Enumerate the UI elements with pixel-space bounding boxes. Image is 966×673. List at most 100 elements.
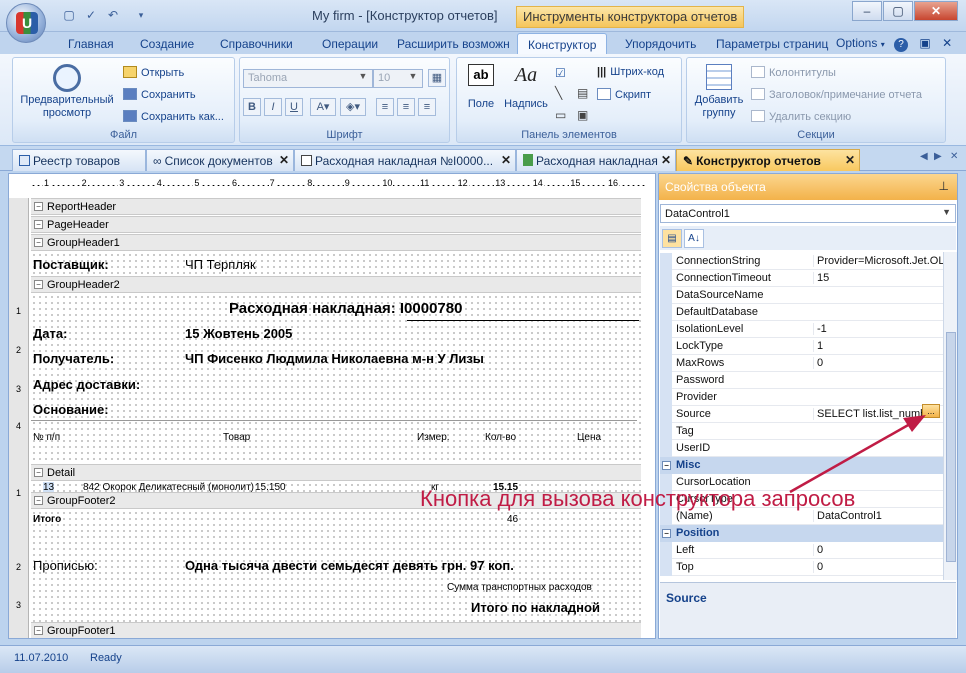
invoice-total-label[interactable]: Итого по накладной xyxy=(471,600,600,615)
detail-item[interactable]: 842 Окорок Деликатесный (монолит) xyxy=(83,482,254,492)
help-icon[interactable]: ? xyxy=(894,38,909,52)
tab-operations[interactable]: Операции xyxy=(322,37,378,51)
collapse-icon[interactable]: − xyxy=(34,626,43,635)
property-row[interactable]: Tag xyxy=(660,423,943,440)
property-category[interactable]: − Position xyxy=(660,525,943,542)
check-icon[interactable]: ✓ xyxy=(84,8,98,22)
band-group-footer1[interactable]: − GroupFooter1 xyxy=(31,622,641,638)
font-name-combo[interactable]: Tahoma ▼ xyxy=(243,69,373,88)
doc-tab-documents-list[interactable]: ∞ Список документов ✕ xyxy=(146,149,294,171)
sort-alphabetical-icon[interactable]: A↓ xyxy=(684,229,704,248)
property-row[interactable]: ConnectionString Provider=Microsoft.Jet.O… xyxy=(660,253,943,270)
recipient-label[interactable]: Получатель: xyxy=(33,351,114,366)
collapse-icon[interactable]: − xyxy=(34,496,43,505)
property-row[interactable]: DataSourceName xyxy=(660,287,943,304)
close-icon[interactable]: ✕ xyxy=(661,153,671,167)
tabs-next-icon[interactable]: ▶ xyxy=(934,151,942,162)
maximize-button[interactable]: ▢ xyxy=(883,1,913,21)
object-selector[interactable]: DataControl1 ▼ xyxy=(660,204,956,223)
band-detail[interactable]: − Detail xyxy=(31,464,641,481)
group-header1-content[interactable]: Поставщик: ЧП Терпляк xyxy=(31,252,641,276)
supplier-label[interactable]: Поставщик: xyxy=(33,257,109,272)
band-group-header1[interactable]: − GroupHeader1 xyxy=(31,234,641,251)
group-header2-content[interactable]: Расходная накладная: I0000780 Дата: 15 Ж… xyxy=(31,294,641,462)
col-num-header[interactable]: № п/п xyxy=(33,432,60,443)
tab-extend[interactable]: Расширить возможн xyxy=(397,37,510,51)
preview-button[interactable]: Предварительный просмотр xyxy=(17,62,117,120)
collapse-icon[interactable]: − xyxy=(662,529,671,538)
property-value[interactable]: 1 xyxy=(813,340,943,352)
property-row[interactable]: LockType 1 xyxy=(660,338,943,355)
band-report-header[interactable]: − ReportHeader xyxy=(31,198,641,215)
child-close-icon[interactable]: ✕ xyxy=(942,36,952,50)
rectangle-tool-icon[interactable]: ▭ xyxy=(555,108,566,122)
total-label[interactable]: Итого xyxy=(33,514,61,525)
tabs-prev-icon[interactable]: ◀ xyxy=(920,151,928,162)
words-value[interactable]: Одна тысяча двести семьдесят девять грн.… xyxy=(185,558,514,573)
font-color-icon[interactable]: A▾ xyxy=(310,98,336,116)
header-note-button[interactable]: Заголовок/примечание отчета xyxy=(751,88,922,101)
band-group-header2[interactable]: − GroupHeader2 xyxy=(31,276,641,293)
property-value[interactable]: 0 xyxy=(813,357,943,369)
query-builder-ellipsis-button[interactable]: ... xyxy=(922,404,940,418)
collapse-icon[interactable]: − xyxy=(34,220,43,229)
supplier-value[interactable]: ЧП Терпляк xyxy=(185,257,256,272)
close-icon[interactable]: ✕ xyxy=(845,153,855,167)
tab-home[interactable]: Главная xyxy=(68,37,114,51)
property-row[interactable]: DefaultDatabase xyxy=(660,304,943,321)
tabs-close-icon[interactable]: ✕ xyxy=(950,151,958,162)
detail-num[interactable]: 13 xyxy=(43,482,55,492)
property-value[interactable]: 0 xyxy=(813,544,943,556)
image-tool-icon[interactable]: ▣ xyxy=(577,108,588,122)
scrollbar-thumb[interactable] xyxy=(946,332,956,562)
new-document-icon[interactable]: ▢ xyxy=(62,8,76,22)
invoice-title[interactable]: Расходная накладная: I0000780 xyxy=(229,300,462,317)
align-right-icon[interactable]: ≡ xyxy=(418,98,436,116)
minimize-button[interactable]: – xyxy=(852,1,882,21)
tab-designer[interactable]: Конструктор xyxy=(517,33,607,55)
property-row[interactable]: Password xyxy=(660,372,943,389)
tab-arrange[interactable]: Упорядочить xyxy=(625,37,696,51)
restore-icon[interactable]: ▣ xyxy=(919,36,930,50)
qat-customize-icon[interactable]: ▾ xyxy=(134,8,148,22)
doc-tab-invoice[interactable]: Расходная накладная ✕ xyxy=(516,149,676,171)
pin-icon[interactable]: ⊥ xyxy=(939,179,949,193)
report-designer-surface[interactable]: 1 2 3 4 5 6 7 8 9 10 11 12 13 14 15 16 1234123 − ReportH… xyxy=(8,173,656,639)
collapse-icon[interactable]: − xyxy=(34,280,43,289)
footers-button[interactable]: Колонтитулы xyxy=(751,66,836,79)
bold-button[interactable]: B xyxy=(243,98,261,116)
close-icon[interactable]: ✕ xyxy=(501,153,511,167)
property-value[interactable]: 0 xyxy=(813,561,943,573)
collapse-icon[interactable]: − xyxy=(34,468,43,477)
save-button[interactable]: Сохранить xyxy=(123,88,196,101)
script-button[interactable]: Скрипт xyxy=(597,88,651,101)
align-center-icon[interactable]: ≡ xyxy=(397,98,415,116)
save-as-button[interactable]: Сохранить как... xyxy=(123,110,224,123)
address-label[interactable]: Адрес доставки: xyxy=(33,377,140,392)
band-page-header[interactable]: − PageHeader xyxy=(31,216,641,233)
undo-icon[interactable]: ↶ xyxy=(106,8,120,22)
collapse-icon[interactable]: − xyxy=(34,238,43,247)
property-row[interactable]: Source SELECT list.list_numbe xyxy=(660,406,943,423)
property-value[interactable]: 15 xyxy=(813,272,943,284)
italic-button[interactable]: I xyxy=(264,98,282,116)
recipient-value[interactable]: ЧП Фисенко Людмила Николаевна м-н У Лизы xyxy=(185,351,484,366)
words-label[interactable]: Прописью: xyxy=(33,558,98,573)
col-qty-header[interactable]: Кол-во xyxy=(485,432,516,443)
delete-section-button[interactable]: Удалить секцию xyxy=(751,110,851,123)
fill-color-icon[interactable]: ◈▾ xyxy=(340,98,366,116)
collapse-icon[interactable]: − xyxy=(662,461,671,470)
align-left-icon[interactable]: ≡ xyxy=(376,98,394,116)
open-button[interactable]: Открыть xyxy=(123,66,184,79)
add-group-button[interactable]: Добавить группу xyxy=(691,64,747,120)
col-price-header[interactable]: Цена xyxy=(577,432,601,443)
property-grid-scrollbar[interactable] xyxy=(943,252,957,580)
property-category[interactable]: − Misc xyxy=(660,457,943,474)
doc-tab-report-designer[interactable]: ✎ Конструктор отчетов ✕ xyxy=(676,149,860,171)
caption-button[interactable]: Aa Надпись xyxy=(503,64,549,110)
categorized-icon[interactable]: ▤ xyxy=(662,229,682,248)
line-tool-icon[interactable]: ╲ xyxy=(555,86,562,100)
barcode-button[interactable]: ||| Штрих-код xyxy=(597,66,664,78)
property-value[interactable]: Provider=Microsoft.Jet.OLE xyxy=(813,255,943,267)
underline-button[interactable]: U xyxy=(285,98,303,116)
